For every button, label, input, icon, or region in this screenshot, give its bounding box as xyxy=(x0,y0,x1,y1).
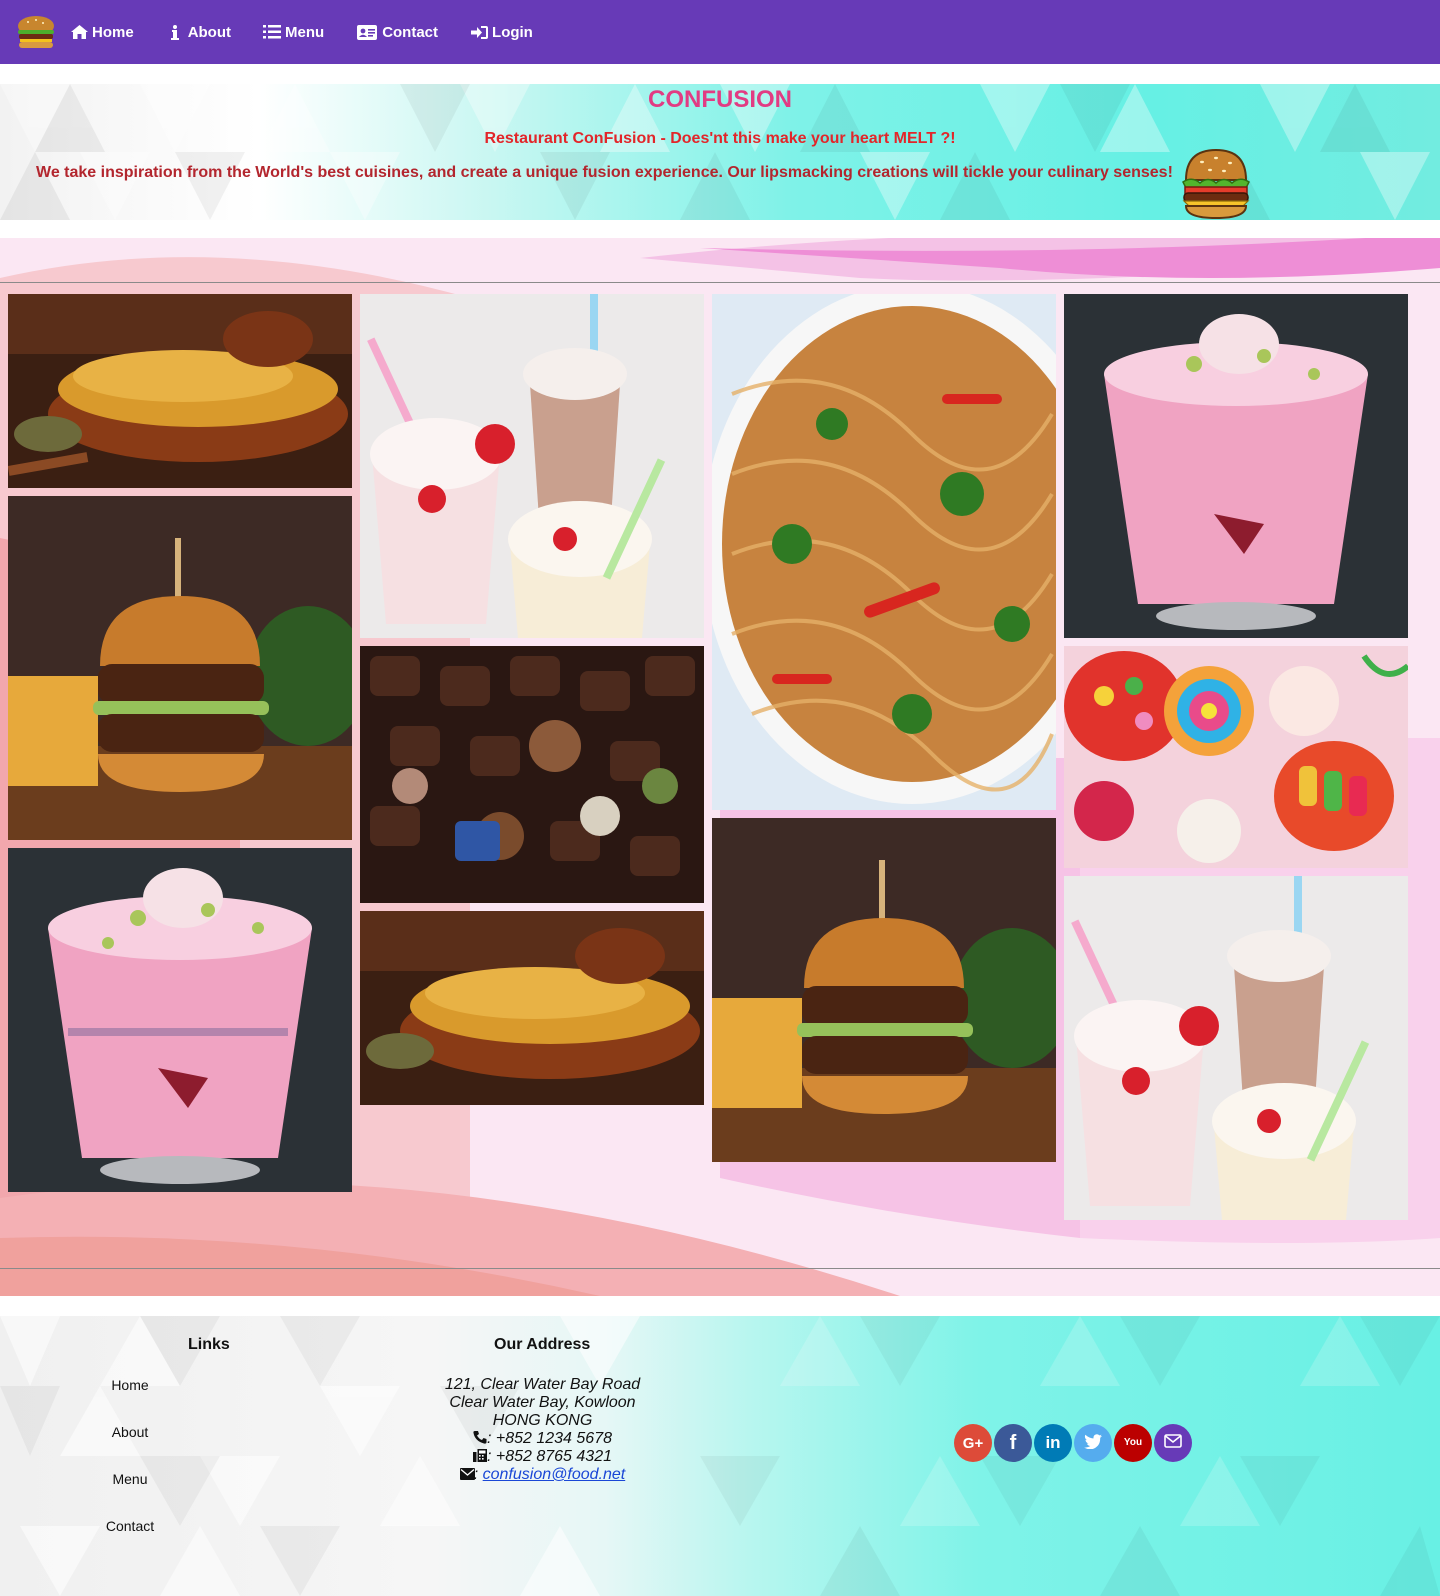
home-icon xyxy=(70,24,88,40)
footer: Links Home About Menu Contact Our Addres… xyxy=(0,1316,1440,1596)
linkedin-button[interactable]: in xyxy=(1034,1424,1072,1462)
gallery-image-falooda-2[interactable] xyxy=(1064,294,1408,638)
divider-bottom xyxy=(0,1268,1440,1269)
address-line-1: 121, Clear Water Bay Road xyxy=(444,1376,641,1393)
footer-link-contact[interactable]: Contact xyxy=(70,1518,190,1534)
sign-in-icon xyxy=(470,24,488,40)
gallery-image-milkshakes-2[interactable] xyxy=(1064,876,1408,1220)
nav-home[interactable]: Home xyxy=(70,24,134,41)
envelope-icon xyxy=(459,1467,475,1480)
address-line-3: HONG KONG xyxy=(492,1412,593,1429)
fax-number: : +852 8765 4321 xyxy=(486,1448,612,1465)
nav-login-label: Login xyxy=(492,23,533,41)
facebook-button[interactable]: f xyxy=(994,1424,1032,1462)
address-block: 121, Clear Water Bay Road Clear Water Ba… xyxy=(400,1376,685,1484)
fax-line: : +852 8765 4321 xyxy=(400,1448,685,1466)
jumbotron: CONFUSION Restaurant ConFusion - Does'nt… xyxy=(0,84,1440,220)
fax-icon xyxy=(472,1449,487,1462)
gallery-image-chocolates[interactable] xyxy=(360,646,704,903)
gallery-image-burger[interactable] xyxy=(8,496,352,840)
linkedin-icon: in xyxy=(1045,1433,1061,1452)
mail-button[interactable] xyxy=(1154,1424,1192,1462)
burger-icon xyxy=(1180,148,1252,220)
nav-menu-label: Menu xyxy=(285,23,325,41)
footer-link-home[interactable]: Home xyxy=(70,1377,190,1393)
email-link[interactable]: confusion@food.net xyxy=(483,1466,626,1483)
info-icon xyxy=(166,24,184,40)
footer-link-menu[interactable]: Menu xyxy=(70,1471,190,1487)
twitter-icon xyxy=(1084,1433,1102,1453)
navbar: Home About Menu Contact Login xyxy=(0,0,1440,64)
facebook-icon: f xyxy=(1009,1431,1017,1454)
triangle-pattern-background xyxy=(0,1316,1440,1596)
address-card-icon xyxy=(356,24,378,40)
burger-logo-icon[interactable] xyxy=(16,14,56,50)
gallery-image-biryani[interactable] xyxy=(8,294,352,488)
mail-icon xyxy=(1164,1434,1182,1452)
nav-contact[interactable]: Contact xyxy=(356,24,438,41)
youtube-icon: You xyxy=(1123,1437,1143,1448)
nav-menu[interactable]: Menu xyxy=(263,24,324,41)
nav-about-label: About xyxy=(187,23,232,41)
address-line-2: Clear Water Bay, Kowloon xyxy=(449,1394,636,1411)
image-gallery xyxy=(0,238,1440,1296)
list-icon xyxy=(263,24,282,40)
phone-line: : +852 1234 5678 xyxy=(400,1430,685,1448)
gallery-image-burger-2[interactable] xyxy=(712,818,1056,1162)
social-links: G+ f in You xyxy=(954,1424,1194,1462)
nav-about[interactable]: About xyxy=(166,24,231,41)
gallery-image-falooda[interactable] xyxy=(8,848,352,1192)
gallery-image-milkshakes[interactable] xyxy=(360,294,704,638)
youtube-button[interactable]: You xyxy=(1114,1424,1152,1462)
google-plus-button[interactable]: G+ xyxy=(954,1424,992,1462)
phone-icon xyxy=(473,1431,487,1444)
gallery-image-noodles[interactable] xyxy=(712,294,1056,810)
google-plus-icon: G+ xyxy=(962,1434,984,1452)
divider-top xyxy=(0,282,1440,283)
phone-number: : +852 1234 5678 xyxy=(486,1430,612,1447)
nav-contact-label: Contact xyxy=(382,23,439,41)
links-title: Links xyxy=(188,1336,230,1353)
email-separator: : xyxy=(473,1466,483,1483)
nav-home-label: Home xyxy=(92,23,134,41)
footer-link-about[interactable]: About xyxy=(70,1424,190,1440)
page-subtitle: Restaurant ConFusion - Does'nt this make… xyxy=(484,130,956,147)
page-title: CONFUSION xyxy=(648,86,792,113)
address-title: Our Address xyxy=(494,1336,591,1353)
email-line: : confusion@food.net xyxy=(400,1466,685,1484)
twitter-button[interactable] xyxy=(1074,1424,1112,1462)
nav-login[interactable]: Login xyxy=(470,24,533,41)
gallery-image-candy[interactable] xyxy=(1064,646,1408,868)
gallery-image-biryani-2[interactable] xyxy=(360,911,704,1105)
page-description: We take inspiration from the World's bes… xyxy=(36,164,1173,181)
